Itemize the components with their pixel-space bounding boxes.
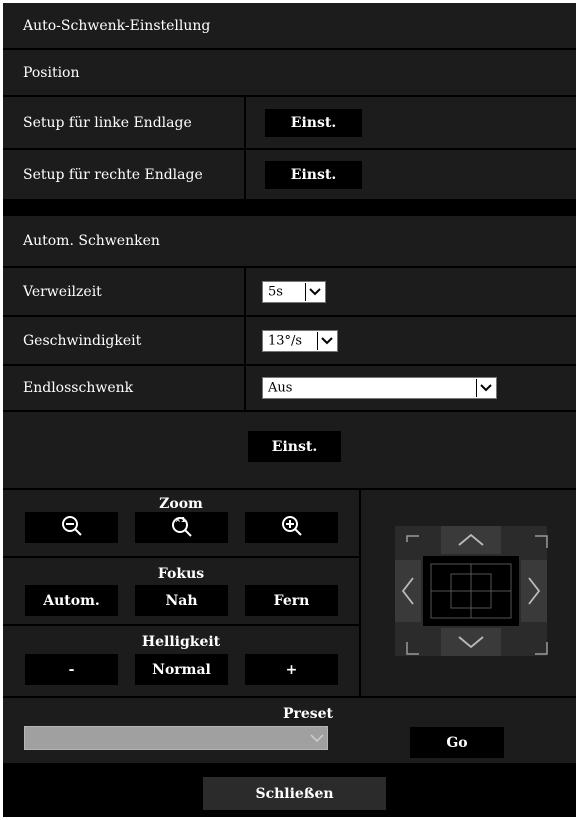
chevron-down-icon bbox=[305, 283, 324, 301]
endless-select[interactable]: Aus bbox=[262, 377, 497, 399]
left-end-value-cell: Einst. bbox=[246, 97, 576, 148]
zoom-in-icon bbox=[281, 515, 303, 541]
position-header-row: Position bbox=[3, 50, 576, 95]
preset-title: Preset bbox=[282, 706, 334, 722]
preset-select[interactable] bbox=[24, 726, 328, 750]
close-button[interactable]: Schließen bbox=[203, 777, 386, 810]
endless-value-cell: Aus bbox=[246, 366, 576, 410]
right-end-label: Setup für rechte Endlage bbox=[23, 166, 203, 183]
auto-pan-header-row: Autom. Schwenken bbox=[3, 216, 576, 266]
brightness-normal-button[interactable]: Normal bbox=[135, 654, 228, 685]
dwell-value-cell: 5s bbox=[246, 268, 576, 315]
preset-go-button[interactable]: Go bbox=[410, 727, 504, 758]
right-end-value-cell: Einst. bbox=[246, 150, 576, 199]
brightness-title: Helligkeit bbox=[141, 634, 221, 650]
focus-title: Fokus bbox=[157, 566, 205, 582]
position-header: Position bbox=[23, 64, 80, 81]
arrow-up-icon bbox=[458, 533, 484, 546]
set-left-end-button[interactable]: Einst. bbox=[265, 109, 362, 137]
zoom-out-icon bbox=[61, 515, 83, 541]
chevron-down-icon bbox=[308, 728, 326, 748]
chevron-down-icon bbox=[476, 379, 495, 397]
dwell-select[interactable]: 5s bbox=[262, 281, 326, 303]
zoom-in-button[interactable] bbox=[245, 512, 338, 543]
left-end-label-cell: Setup für linke Endlage bbox=[3, 97, 244, 148]
dwell-label: Verweilzeit bbox=[23, 283, 102, 300]
pan-tilt-panel bbox=[361, 490, 576, 696]
preset-row: Preset Go bbox=[3, 698, 576, 763]
crosshair-icon bbox=[430, 563, 512, 619]
pan-tilt-center[interactable] bbox=[423, 556, 519, 626]
dwell-label-cell: Verweilzeit bbox=[3, 268, 244, 315]
right-end-label-cell: Setup für rechte Endlage bbox=[3, 150, 244, 199]
zoom-x1-label: ×1 bbox=[175, 516, 186, 524]
chevron-down-icon bbox=[317, 332, 336, 350]
endless-label: Endlosschwenk bbox=[23, 380, 134, 396]
focus-auto-button[interactable]: Autom. bbox=[25, 585, 118, 616]
zoom-reset-icon: ×1 bbox=[171, 515, 193, 541]
arrow-down-icon bbox=[458, 636, 484, 649]
zoom-panel: Zoom ×1 bbox=[3, 490, 359, 556]
brightness-minus-button[interactable]: - bbox=[25, 654, 118, 685]
auto-pan-set-row: Einst. bbox=[3, 412, 576, 488]
speed-label: Geschwindigkeit bbox=[23, 332, 142, 349]
dwell-value: 5s bbox=[268, 284, 283, 300]
focus-near-button[interactable]: Nah bbox=[135, 585, 228, 616]
endless-label-cell: Endlosschwenk bbox=[3, 366, 244, 410]
pan-left-button[interactable] bbox=[395, 560, 421, 622]
dialog-title: Auto-Schwenk-Einstellung bbox=[23, 17, 211, 34]
speed-value-cell: 13°/s bbox=[246, 317, 576, 364]
speed-select[interactable]: 13°/s bbox=[262, 330, 338, 352]
auto-pan-dialog: Auto-Schwenk-Einstellung Position Setup … bbox=[3, 3, 576, 817]
zoom-title: Zoom bbox=[159, 496, 203, 512]
auto-pan-header: Autom. Schwenken bbox=[23, 233, 160, 249]
set-right-end-button[interactable]: Einst. bbox=[265, 161, 362, 189]
pan-down-button[interactable] bbox=[441, 628, 501, 656]
focus-far-button[interactable]: Fern bbox=[245, 585, 338, 616]
pan-up-button[interactable] bbox=[441, 526, 501, 554]
dialog-title-row: Auto-Schwenk-Einstellung bbox=[3, 3, 576, 48]
set-auto-pan-button[interactable]: Einst. bbox=[248, 431, 341, 462]
brightness-plus-button[interactable]: + bbox=[245, 654, 338, 685]
speed-value: 13°/s bbox=[268, 333, 303, 349]
arrow-right-icon bbox=[528, 577, 541, 605]
zoom-out-button[interactable] bbox=[25, 512, 118, 543]
endless-value: Aus bbox=[268, 380, 293, 396]
brightness-panel: Helligkeit - Normal + bbox=[3, 626, 359, 696]
speed-label-cell: Geschwindigkeit bbox=[3, 317, 244, 364]
pan-right-button[interactable] bbox=[521, 560, 547, 622]
zoom-reset-button[interactable]: ×1 bbox=[135, 512, 228, 543]
focus-panel: Fokus Autom. Nah Fern bbox=[3, 558, 359, 624]
left-end-label: Setup für linke Endlage bbox=[23, 114, 192, 131]
arrow-left-icon bbox=[401, 577, 414, 605]
